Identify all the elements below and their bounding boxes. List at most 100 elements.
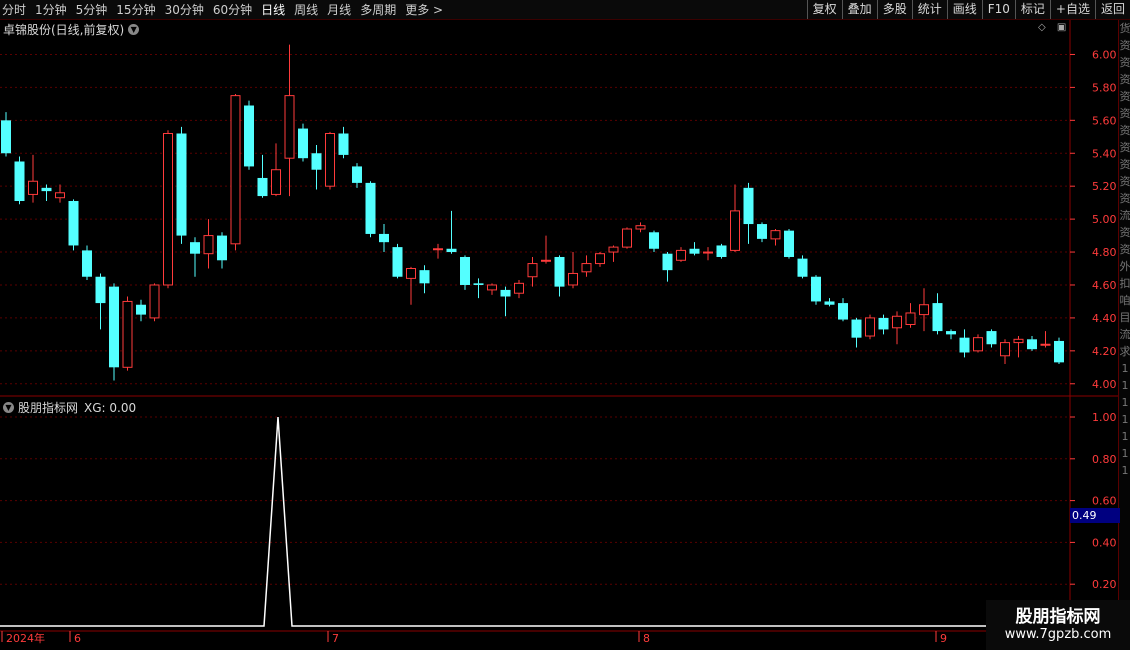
right-strip-char: 资 <box>1119 243 1130 256</box>
indicator-tick-label: 1.00 <box>1092 411 1117 424</box>
candle-body-down <box>757 224 767 239</box>
candle-body-down <box>1054 340 1064 363</box>
indicator-line <box>0 416 1070 627</box>
candle-body-down <box>244 105 254 167</box>
candle-body-down <box>217 235 227 261</box>
candle-body-up <box>325 132 335 187</box>
candle-body-up <box>149 284 160 319</box>
right-info-strip: 货资资资资资资资资资资流资资外扣咱目流求1111111 <box>1118 20 1130 650</box>
right-strip-char: 流 <box>1119 328 1130 341</box>
candle-body-down <box>379 233 389 243</box>
right-strip-char: 资 <box>1119 73 1130 86</box>
indicator-tick-label: 0.60 <box>1092 495 1117 508</box>
candle-body-down <box>311 153 322 170</box>
right-strip-char: 资 <box>1119 192 1130 205</box>
candle-body-down <box>554 256 565 287</box>
candle-body-up <box>55 192 65 199</box>
indicator-tick-label: 0.40 <box>1092 536 1117 549</box>
candle-body-down <box>82 250 92 277</box>
candle-body-up <box>230 95 241 245</box>
candle-body-up <box>1000 342 1010 357</box>
candle-body-down <box>419 270 430 284</box>
candle-body-down <box>446 248 457 253</box>
kline-chart[interactable]: 6.00 5.80 5.60 5.40 5.20 5.00 4.80 4.60 4.40 4.20… <box>0 0 1130 650</box>
candle-body-up <box>865 317 875 337</box>
price-tick-label: 4.20 <box>1092 345 1117 358</box>
candle-body-down <box>784 230 794 257</box>
candle-body-down <box>500 289 511 297</box>
candle-body-down <box>41 187 52 192</box>
candle-body-up <box>406 268 416 279</box>
candle-body-down <box>797 258 808 277</box>
candle-body-down <box>176 133 187 236</box>
candle-body-down <box>838 303 848 320</box>
time-axis-label: 6 <box>74 632 81 645</box>
time-axis-label: 9 <box>940 632 947 645</box>
price-tick-label: 4.40 <box>1092 312 1117 325</box>
candle-body-down <box>851 319 862 338</box>
candle-body-up <box>703 251 713 254</box>
candle-body-up <box>203 235 214 255</box>
price-tick-label: 4.60 <box>1092 279 1117 292</box>
candle-body-down <box>473 283 484 285</box>
right-strip-char: 资 <box>1119 175 1130 188</box>
candle-body-up <box>487 284 497 291</box>
right-strip-char: 1 <box>1121 447 1129 460</box>
price-tick-label: 4.00 <box>1092 378 1117 391</box>
candle-body-down <box>986 331 997 345</box>
candle-body-down <box>68 201 79 246</box>
candle-body-down <box>716 245 727 257</box>
price-tick-label: 5.40 <box>1092 147 1117 160</box>
candle-body-down <box>1027 339 1037 350</box>
candle-body-down <box>136 304 146 315</box>
indicator-current-value: 0.49 <box>1070 508 1120 523</box>
candle-body-down <box>95 276 106 304</box>
candle-body-down <box>392 247 403 277</box>
candle-body-down <box>811 276 821 302</box>
right-strip-char: 1 <box>1121 430 1129 443</box>
candle-body-down <box>460 256 470 285</box>
candle-body-up <box>770 230 781 240</box>
candle-body-down <box>662 253 673 271</box>
candle-body-up <box>892 315 902 329</box>
candle-body-up <box>905 312 916 325</box>
right-strip-char: 目 <box>1119 311 1130 324</box>
candle-body-up <box>271 169 281 195</box>
candle-body-down <box>1 120 11 154</box>
candle-body-up <box>595 253 605 265</box>
time-axis-label: 8 <box>643 632 650 645</box>
candle-body-down <box>365 182 376 234</box>
right-strip-char: 资 <box>1119 90 1130 103</box>
candle-body-up <box>1040 343 1051 346</box>
indicator-tick-label: 0.80 <box>1092 453 1117 466</box>
candle-body-up <box>527 263 538 278</box>
candle-body-up <box>622 228 632 248</box>
candle-body-up <box>730 210 740 251</box>
right-strip-char: 1 <box>1121 464 1129 477</box>
candle-body-down <box>190 242 200 254</box>
indicator-xg-value: XG: 0.00 <box>84 400 137 415</box>
time-axis-label: 2024年 <box>6 631 45 645</box>
right-strip-char: 1 <box>1121 396 1129 409</box>
candle-body-down <box>109 286 119 368</box>
right-strip-char: 货 <box>1119 22 1130 35</box>
candle-body-up <box>568 272 578 286</box>
watermark-url: www.7gpzb.com <box>1004 627 1112 642</box>
candle-body-up <box>122 300 133 368</box>
right-strip-char: 资 <box>1119 226 1130 239</box>
right-strip-char: 流 <box>1119 209 1130 222</box>
price-tick-label: 6.00 <box>1092 48 1117 61</box>
candle-body-down <box>689 248 700 254</box>
candle-body-up <box>676 249 686 261</box>
watermark: 股朋指标网 www.7gpzb.com <box>986 600 1130 650</box>
candle-body-up <box>433 248 443 251</box>
indicator-name: 股朋指标网 <box>18 401 79 415</box>
candle-body-down <box>338 133 349 155</box>
price-tick-label: 5.00 <box>1092 213 1117 226</box>
right-strip-char: 扣 <box>1119 277 1130 290</box>
watermark-title: 股朋指标网 <box>1015 607 1101 627</box>
candle-body-up <box>1013 338 1024 344</box>
right-strip-char: 1 <box>1121 362 1129 375</box>
indicator-title-bar: ▼ 股朋指标网 XG: 0.00 <box>3 399 136 416</box>
chevron-down-icon[interactable]: ▼ <box>3 402 14 413</box>
